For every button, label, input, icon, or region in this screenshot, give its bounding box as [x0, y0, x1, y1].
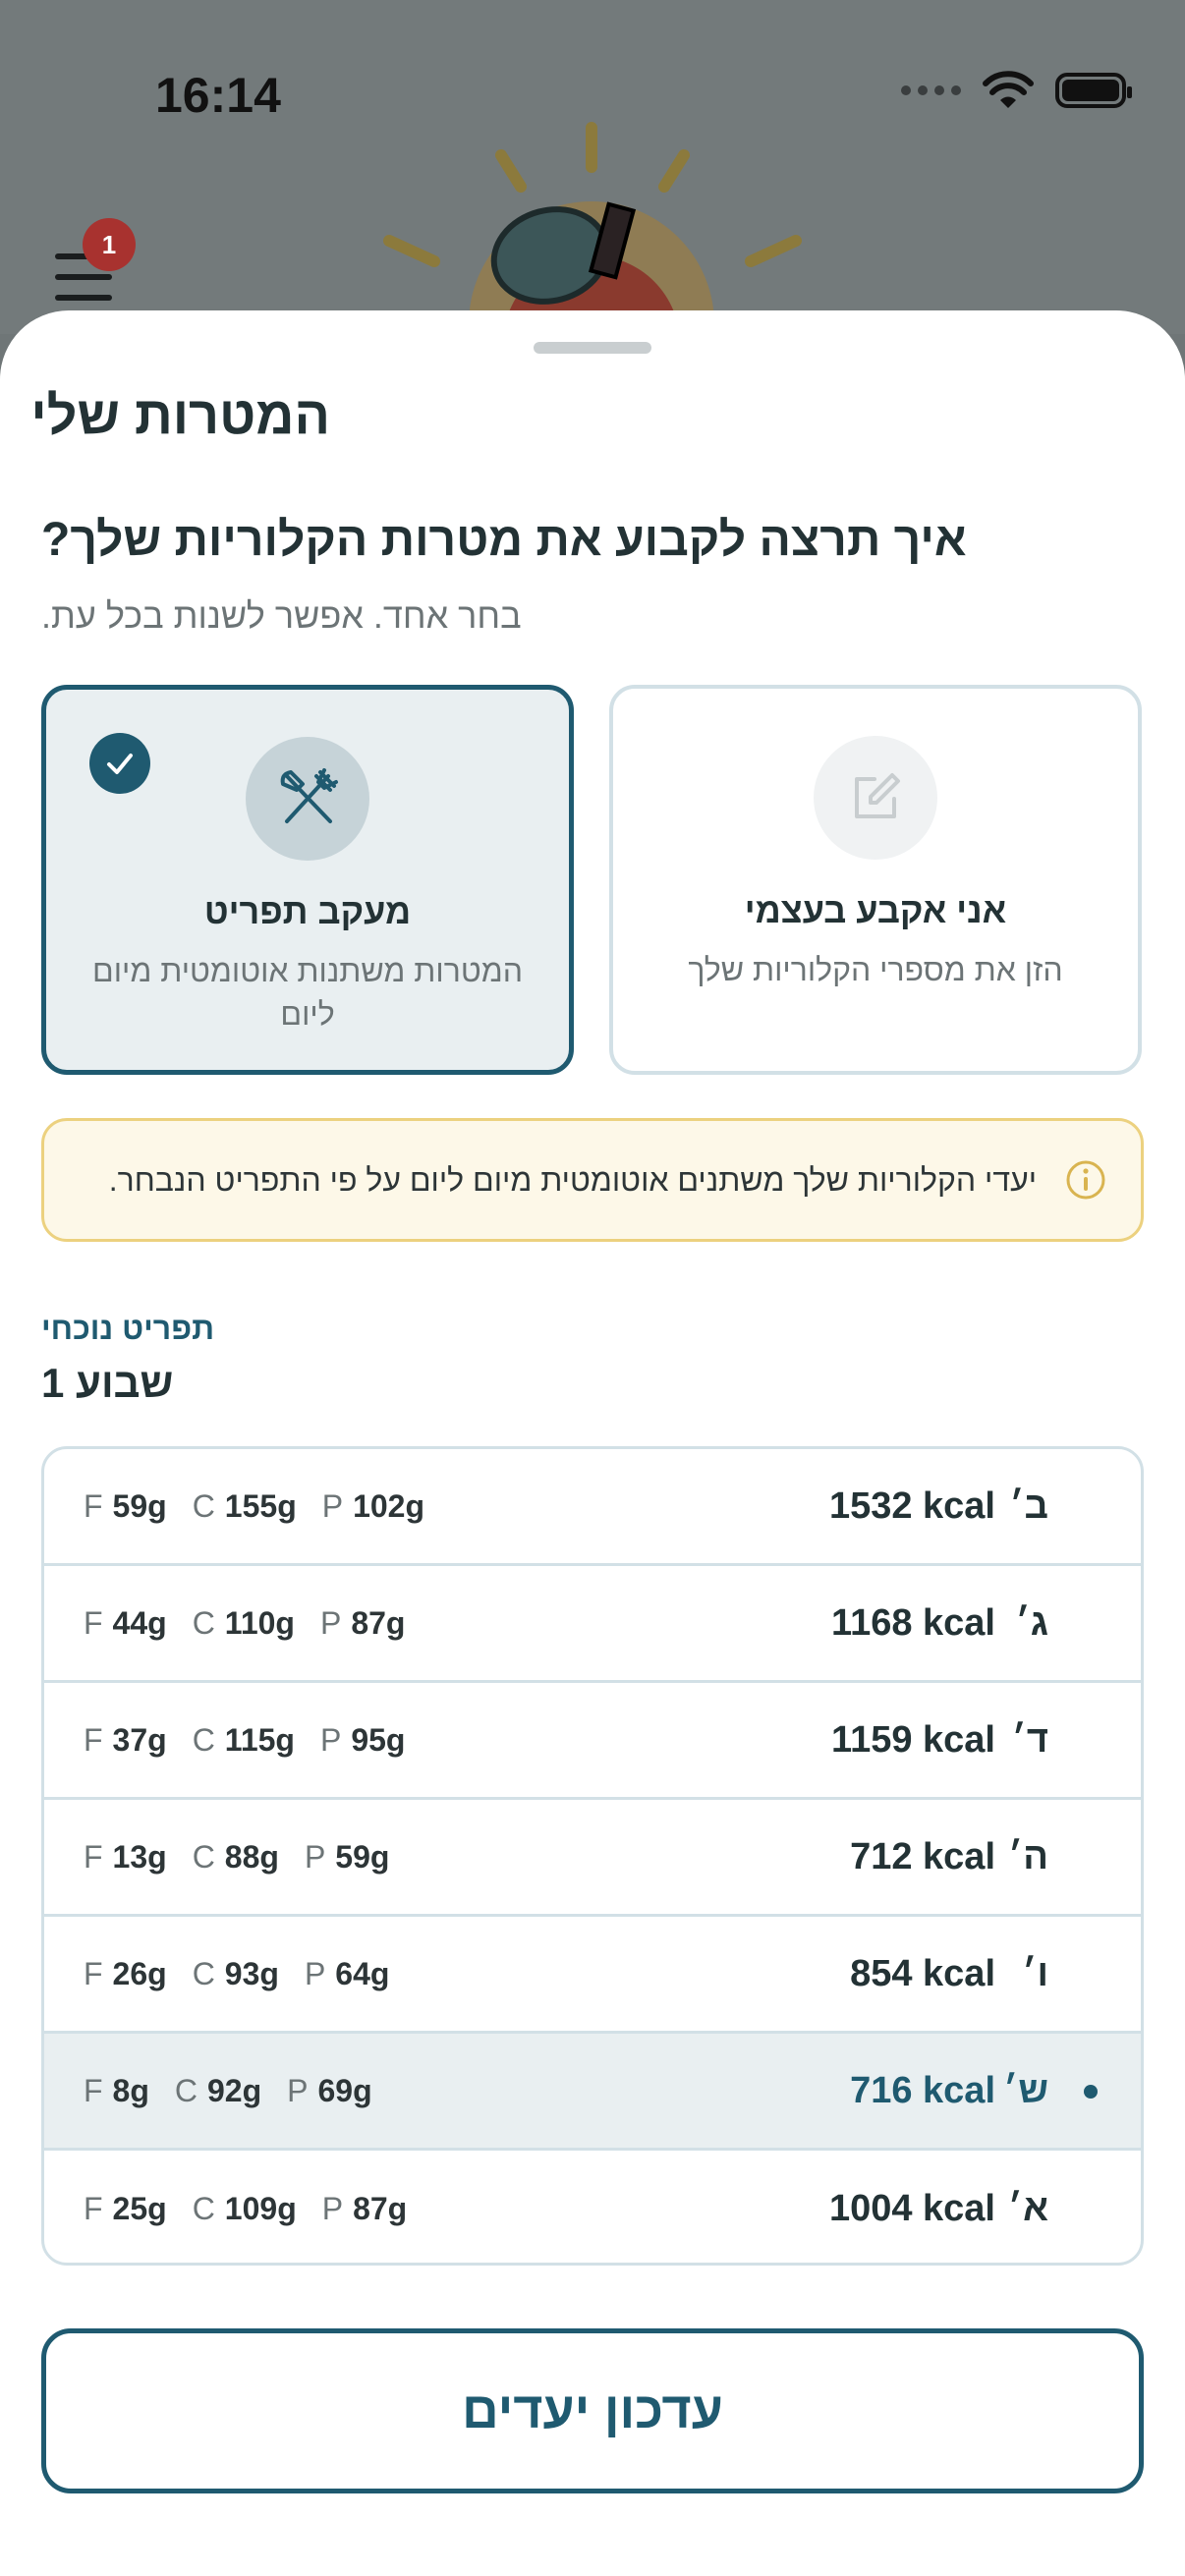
day-row[interactable]: ג׳ 1168 kcal F 44g C 110g P 87g: [44, 1566, 1141, 1683]
day-calories: 1168 kcal: [831, 1601, 995, 1644]
day-calories: 1159 kcal: [831, 1718, 995, 1761]
sheet-title: המטרות שלי: [30, 386, 330, 445]
fat-value: F 8g: [84, 2072, 149, 2108]
day-label: ג׳: [1015, 1601, 1048, 1644]
option-subtitle: המטרות משתנות אוטומטית מיום ליום: [92, 953, 523, 1032]
day-macros: F 8g C 92g P 69g: [84, 2034, 372, 2148]
day-macros: F 13g C 88g P 59g: [84, 1800, 389, 1914]
day-calories: 1004 kcal: [828, 2188, 995, 2229]
day-macros: F 44g C 110g P 87g: [84, 1566, 405, 1680]
day-row[interactable]: ש׳ 716 kcal F 8g C 92g P 69g: [44, 2034, 1141, 2151]
option-title: אני אקבע בעצמי: [744, 890, 1007, 930]
current-day-indicator: [1084, 2085, 1098, 2099]
protein-value: P 87g: [321, 2191, 408, 2226]
carbs-value: C 93g: [192, 1955, 279, 1991]
day-row[interactable]: ו׳ 854 kcal F 26g C 93g P 64g: [44, 1917, 1141, 2034]
protein-value: P 95g: [319, 1721, 406, 1758]
fat-value: F 26g: [84, 1955, 167, 1991]
sheet-grabber[interactable]: [534, 342, 651, 354]
wifi-icon: [983, 71, 1034, 108]
day-calories: 716 kcal: [850, 2069, 995, 2111]
day-calories: 712 kcal: [850, 1835, 995, 1877]
protein-value: P 102g: [321, 1487, 425, 1524]
signal-icon: [901, 85, 961, 95]
day-label: ו׳: [1022, 1952, 1048, 1994]
edit-icon: [814, 736, 937, 860]
protein-value: P 69g: [287, 2072, 372, 2108]
cutlery-icon: [246, 737, 369, 861]
fat-value: F 44g: [84, 1604, 167, 1641]
protein-value: P 87g: [319, 1604, 406, 1641]
option-title: מעקב תפריט: [203, 891, 412, 931]
carbs-value: C 92g: [174, 2072, 262, 2108]
info-banner: יעדי הקלוריות שלך משתנים אוטומטית מיום ל…: [41, 1118, 1144, 1242]
day-label: ה׳: [1007, 1835, 1048, 1877]
info-icon: [1066, 1160, 1105, 1200]
fat-value: F 37g: [84, 1721, 167, 1758]
fat-value: F 59g: [84, 1487, 167, 1524]
option-subtitle: הזן את מספרי הקלוריות שלך: [688, 952, 1063, 987]
check-icon: [89, 733, 150, 794]
day-calories: 854 kcal: [850, 1952, 995, 1994]
fat-value: F 25g: [84, 2191, 167, 2226]
option-menu-tracker[interactable]: מעקב תפריט המטרות משתנות אוטומטית מיום ל…: [41, 685, 574, 1075]
day-label: ש׳: [1002, 2069, 1048, 2111]
info-text: יעדי הקלוריות שלך משתנים אוטומטית מיום ל…: [108, 1161, 1037, 1198]
protein-value: P 59g: [304, 1838, 390, 1875]
battery-icon: [1055, 73, 1132, 108]
day-row[interactable]: ד׳ 1159 kcal F 37g C 115g P 95g: [44, 1683, 1141, 1800]
day-macros: F 26g C 93g P 64g: [84, 1917, 389, 2031]
status-time: 16:14: [155, 68, 281, 123]
day-row[interactable]: א׳ 1004 kcal F 25g C 109g P 87g: [44, 2151, 1141, 2263]
day-macros: F 25g C 109g P 87g: [84, 2151, 408, 2263]
day-label: ד׳: [1011, 1718, 1048, 1761]
protein-value: P 64g: [304, 1955, 390, 1991]
question-hint: בחר אחד. אפשר לשנות בכל עת.: [41, 595, 522, 636]
carbs-value: C 88g: [192, 1838, 279, 1875]
apple-sun-illustration: [383, 122, 802, 344]
day-label: ב׳: [1009, 1484, 1048, 1527]
update-goals-button[interactable]: עדכון יעדים: [41, 2328, 1144, 2493]
current-plan-name: שבוע 1: [41, 1360, 174, 1406]
option-set-manually[interactable]: אני אקבע בעצמי הזן את מספרי הקלוריות שלך: [609, 685, 1142, 1075]
current-plan-label: תפריט נוכחי: [41, 1311, 215, 1346]
carbs-value: C 109g: [192, 2191, 297, 2226]
day-row[interactable]: ה׳ 712 kcal F 13g C 88g P 59g: [44, 1800, 1141, 1917]
question-heading: איך תרצה לקבוע את מטרות הקלוריות שלך?: [41, 514, 967, 566]
daily-targets-table: ב׳ 1532 kcal F 59g C 155g P 102g ג׳ 1168 kcal F 44g…: [41, 1446, 1144, 2266]
day-macros: F 59g C 155g P 102g: [84, 1449, 424, 1563]
carbs-value: C 115g: [192, 1721, 295, 1758]
day-macros: F 37g C 115g P 95g: [84, 1683, 405, 1797]
notification-badge: 1: [83, 218, 136, 271]
day-calories: 1532 kcal: [828, 1484, 995, 1527]
day-label: א׳: [1007, 2188, 1048, 2229]
fat-value: F 13g: [84, 1838, 167, 1875]
carbs-value: C 155g: [192, 1487, 297, 1524]
day-row[interactable]: ב׳ 1532 kcal F 59g C 155g P 102g: [44, 1449, 1141, 1566]
status-icons: [901, 71, 1132, 110]
carbs-value: C 110g: [192, 1604, 295, 1641]
